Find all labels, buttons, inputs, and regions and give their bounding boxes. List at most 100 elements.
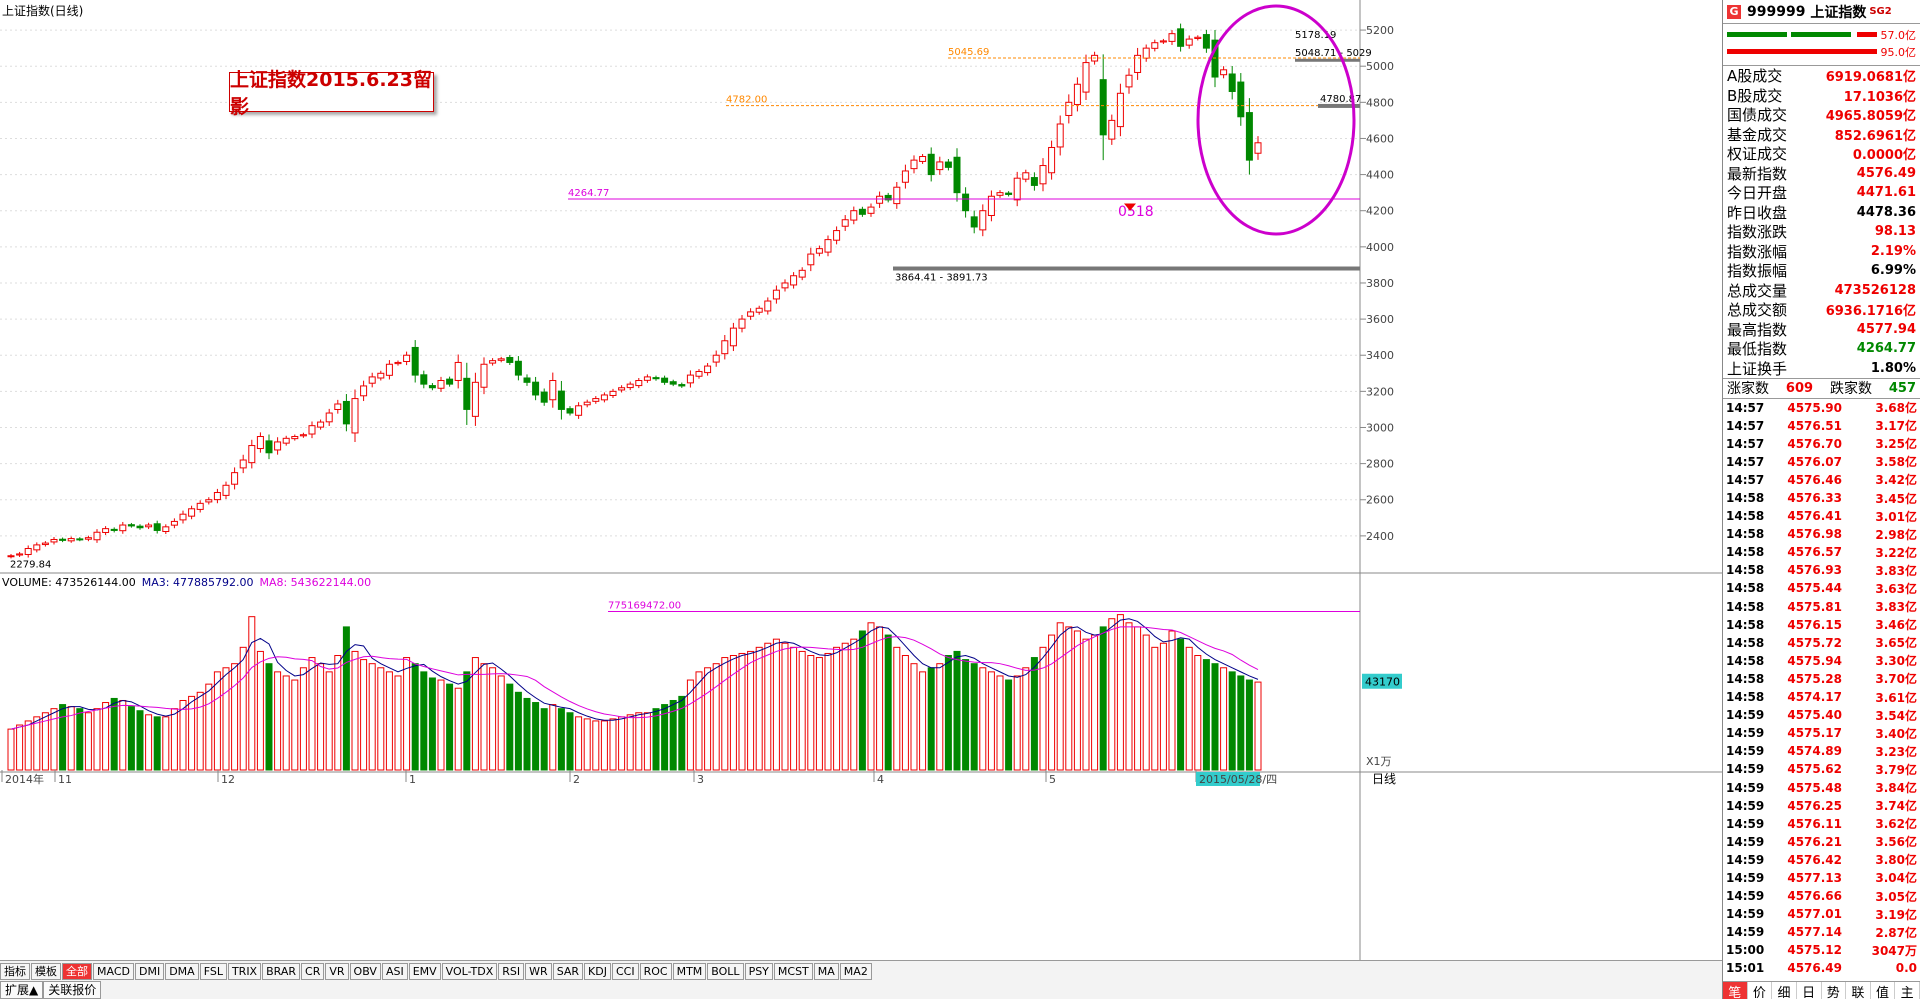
volume-bar (910, 663, 918, 771)
candle (497, 358, 505, 361)
volume-bar (1254, 681, 1262, 771)
tick-row: 14:59 4577.13 3.04亿 (1726, 870, 1917, 886)
panel-tab[interactable]: 值 (1871, 982, 1896, 999)
indicator-tab[interactable]: EMV (408, 963, 441, 980)
indicator-tab[interactable]: 模板 (31, 963, 61, 980)
x-tick: 2015/05/28/四 (1199, 773, 1277, 786)
indicator-tab[interactable]: DMA (165, 963, 199, 980)
indicator-tabs: 指标 模板 全部 MACD DMI DMA FSL TRIX BRAR CR VR OBV ASI EMV… (0, 963, 873, 980)
volume-bar (299, 667, 307, 771)
candle (454, 361, 462, 381)
index-suffix: SG2 (1869, 6, 1892, 17)
candle (1168, 33, 1176, 42)
candle (1030, 177, 1038, 186)
indicator-tab[interactable]: CR (301, 963, 325, 980)
volume-bar (523, 697, 531, 771)
indicator-tab[interactable]: VOL-TDX (441, 963, 498, 980)
candle (549, 380, 557, 401)
indicator-tab[interactable]: BRAR (262, 963, 301, 980)
indicator-tab[interactable]: ASI (381, 963, 408, 980)
indicator-tab[interactable]: 全部 (62, 963, 92, 980)
volume-bar (1237, 675, 1245, 771)
candle (1082, 62, 1090, 93)
panel-tab[interactable]: 主 (1895, 982, 1920, 999)
stat-row: 昨日收盘 4478.36 (1727, 203, 1916, 222)
volume-bar (1245, 679, 1253, 771)
volume-bar (1185, 646, 1193, 771)
panel-tab[interactable]: 势 (1822, 982, 1847, 999)
indicator-tab[interactable]: KDJ (584, 963, 611, 980)
indicator-tab[interactable]: BOLL (707, 963, 744, 980)
candle (695, 370, 703, 377)
volume-bar (119, 699, 127, 771)
x-tick: 1 (409, 773, 416, 786)
indicator-tab[interactable]: TRIX (227, 963, 262, 980)
candle (7, 555, 15, 558)
candle (213, 492, 221, 501)
volume-bar (979, 667, 987, 771)
indicator-tab[interactable]: MTM (672, 963, 707, 980)
candle (704, 365, 712, 374)
volume-bar (1142, 634, 1150, 771)
volume-bar (428, 677, 436, 771)
candle (153, 523, 161, 531)
chart-canvas[interactable]: 5200 5000 4800 4600 4400 4200 4000 3800 3600 3400… (0, 0, 1722, 960)
volume-bar (876, 626, 884, 771)
panel-tab[interactable]: 价 (1748, 982, 1773, 999)
candle (33, 544, 41, 551)
indicator-tab[interactable]: 指标 (0, 963, 30, 980)
indicator-tab[interactable]: CCI (611, 963, 639, 980)
candle (119, 524, 127, 532)
indicator-tab[interactable]: MA (813, 963, 839, 980)
candle (901, 170, 909, 183)
low-label: 2279.84 (10, 560, 51, 571)
tick-row: 14:59 4577.14 2.87亿 (1726, 925, 1917, 940)
volume-bar (1108, 618, 1116, 771)
ext-tab[interactable]: 关联报价 (43, 981, 102, 999)
volume-bar (566, 712, 574, 771)
indicator-tab[interactable]: VR (325, 963, 349, 980)
indicator-tab[interactable]: RSI (498, 963, 525, 980)
indicator-tab[interactable]: MACD (93, 963, 134, 980)
tick-row: 14:58 4576.57 3.22亿 (1726, 545, 1917, 560)
volume-bar (1065, 626, 1073, 771)
volume-bar (583, 718, 591, 771)
panel-tab[interactable]: 细 (1772, 982, 1797, 999)
candle (566, 408, 574, 414)
volume-bar (110, 697, 118, 771)
candle (833, 230, 841, 241)
tick-row: 14:59 4575.48 3.84亿 (1726, 780, 1917, 796)
tick-row: 14:57 4575.90 3.68亿 (1726, 400, 1917, 416)
updown-row: 涨家数 609 跌家数 457 (1723, 379, 1920, 399)
stat-row: 指数涨幅 2.19% (1727, 242, 1916, 261)
indicator-tab[interactable]: WR (525, 963, 552, 980)
candle (222, 484, 230, 496)
indicator-tab[interactable]: SAR (552, 963, 584, 980)
indicator-tab[interactable]: OBV (349, 963, 381, 980)
candle (927, 153, 935, 176)
candle (738, 318, 746, 329)
indicator-tab[interactable]: DMI (134, 963, 165, 980)
volume-bar (446, 683, 454, 771)
indicator-tab[interactable]: MCST (773, 963, 813, 980)
volume-bar (936, 663, 944, 771)
ext-tab[interactable]: 扩展▲ (0, 981, 44, 999)
volume-bar (721, 657, 729, 771)
volume-bar (1125, 622, 1133, 771)
candle (678, 384, 686, 387)
panel-tab[interactable]: 笔 (1723, 982, 1748, 999)
volume-bar (549, 704, 557, 771)
volume-bar (858, 630, 866, 771)
indicator-tab[interactable]: ROC (639, 963, 672, 980)
candle (437, 380, 445, 389)
volume-bar (1039, 646, 1047, 771)
price-tick: 4200 (1366, 205, 1394, 218)
candle (334, 403, 342, 410)
indicator-tab[interactable]: FSL (199, 963, 227, 980)
volume-bar (248, 616, 256, 771)
panel-tab[interactable]: 联 (1846, 982, 1871, 999)
panel-tab[interactable]: 日 (1797, 982, 1822, 999)
indicator-tab[interactable]: MA2 (839, 963, 872, 980)
volume-bar (16, 724, 24, 771)
indicator-tab[interactable]: PSY (744, 963, 773, 980)
